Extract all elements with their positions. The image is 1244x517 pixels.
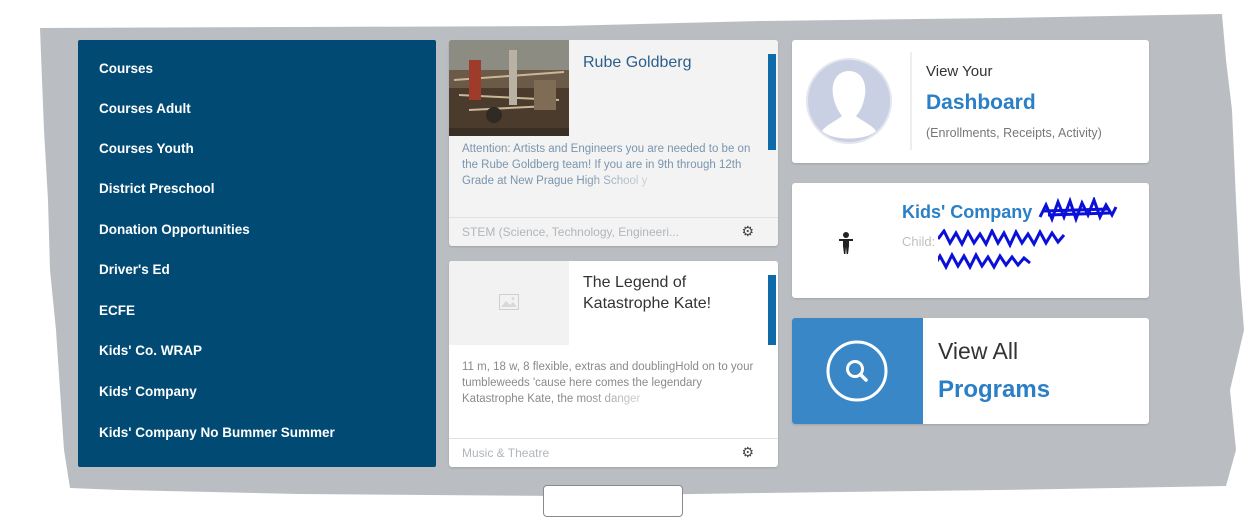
redaction-scribble bbox=[1038, 197, 1118, 223]
card-footer: STEM (Science, Technology, Engineeri... … bbox=[449, 217, 778, 246]
sidebar-item-courses-adult[interactable]: Courses Adult bbox=[99, 101, 191, 116]
load-more-button[interactable] bbox=[543, 485, 683, 517]
sidebar-item-courses-youth[interactable]: Courses Youth bbox=[99, 141, 194, 156]
sidebar-item-drivers-ed[interactable]: Driver's Ed bbox=[99, 262, 170, 277]
card-title[interactable]: Rube Goldberg bbox=[583, 52, 758, 73]
search-icon[interactable] bbox=[825, 339, 889, 403]
card-category: STEM (Science, Technology, Engineeri... bbox=[462, 225, 679, 239]
divider bbox=[910, 52, 912, 150]
card-accent-bar bbox=[768, 275, 776, 345]
child-label: Child: bbox=[902, 234, 936, 249]
gear-icon[interactable]: ⚙ bbox=[741, 444, 754, 461]
card-category: Music & Theatre bbox=[462, 446, 550, 460]
category-sidebar: Courses Courses Adult Courses Youth Dist… bbox=[78, 40, 436, 467]
view-all-programs-link[interactable]: Programs bbox=[938, 376, 1050, 404]
gear-icon[interactable]: ⚙ bbox=[741, 223, 754, 240]
program-photo[interactable] bbox=[449, 40, 569, 136]
dashboard-pre-title: View Your bbox=[926, 63, 993, 80]
description-fade bbox=[449, 391, 778, 415]
dashboard-panel[interactable]: View Your Dashboard (Enrollments, Receip… bbox=[792, 40, 1149, 163]
redaction-scribble bbox=[938, 229, 1066, 271]
dashboard-subtitle: (Enrollments, Receipts, Activity) bbox=[926, 126, 1102, 140]
card-accent-bar bbox=[768, 54, 776, 150]
sidebar-item-kids-company-no-bummer-summer[interactable]: Kids' Company No Bummer Summer bbox=[99, 425, 335, 440]
view-all-programs-panel[interactable]: View All Programs bbox=[792, 318, 1149, 424]
enrollment-title[interactable]: Kids' Company bbox=[902, 202, 1032, 223]
avatar-silhouette-icon bbox=[806, 58, 892, 144]
sidebar-item-donation-opportunities[interactable]: Donation Opportunities bbox=[99, 222, 250, 237]
sidebar-item-district-preschool[interactable]: District Preschool bbox=[99, 181, 215, 196]
program-card-katastrophe-kate[interactable]: The Legend of Katastrophe Kate! 11 m, 18… bbox=[449, 261, 778, 467]
programs-line1: View All bbox=[938, 338, 1019, 364]
card-title[interactable]: The Legend of Katastrophe Kate! bbox=[583, 272, 758, 314]
sidebar-item-courses[interactable]: Courses bbox=[99, 61, 153, 76]
sidebar-item-kids-co-wrap[interactable]: Kids' Co. WRAP bbox=[99, 343, 202, 358]
enrollment-panel[interactable]: Kids' Company Child: bbox=[792, 183, 1149, 298]
dashboard-link[interactable]: Dashboard bbox=[926, 91, 1036, 115]
image-placeholder[interactable] bbox=[449, 261, 569, 345]
sidebar-item-ecfe[interactable]: ECFE bbox=[99, 303, 135, 318]
image-placeholder-icon bbox=[499, 294, 519, 310]
program-card-rube-goldberg[interactable]: Rube Goldberg Attention: Artists and Eng… bbox=[449, 40, 778, 246]
sidebar-item-kids-company[interactable]: Kids' Company bbox=[99, 384, 197, 399]
description-fade bbox=[449, 172, 778, 196]
programs-icon-block bbox=[792, 318, 923, 424]
child-icon bbox=[839, 232, 853, 254]
card-footer: Music & Theatre ⚙ bbox=[449, 438, 778, 467]
